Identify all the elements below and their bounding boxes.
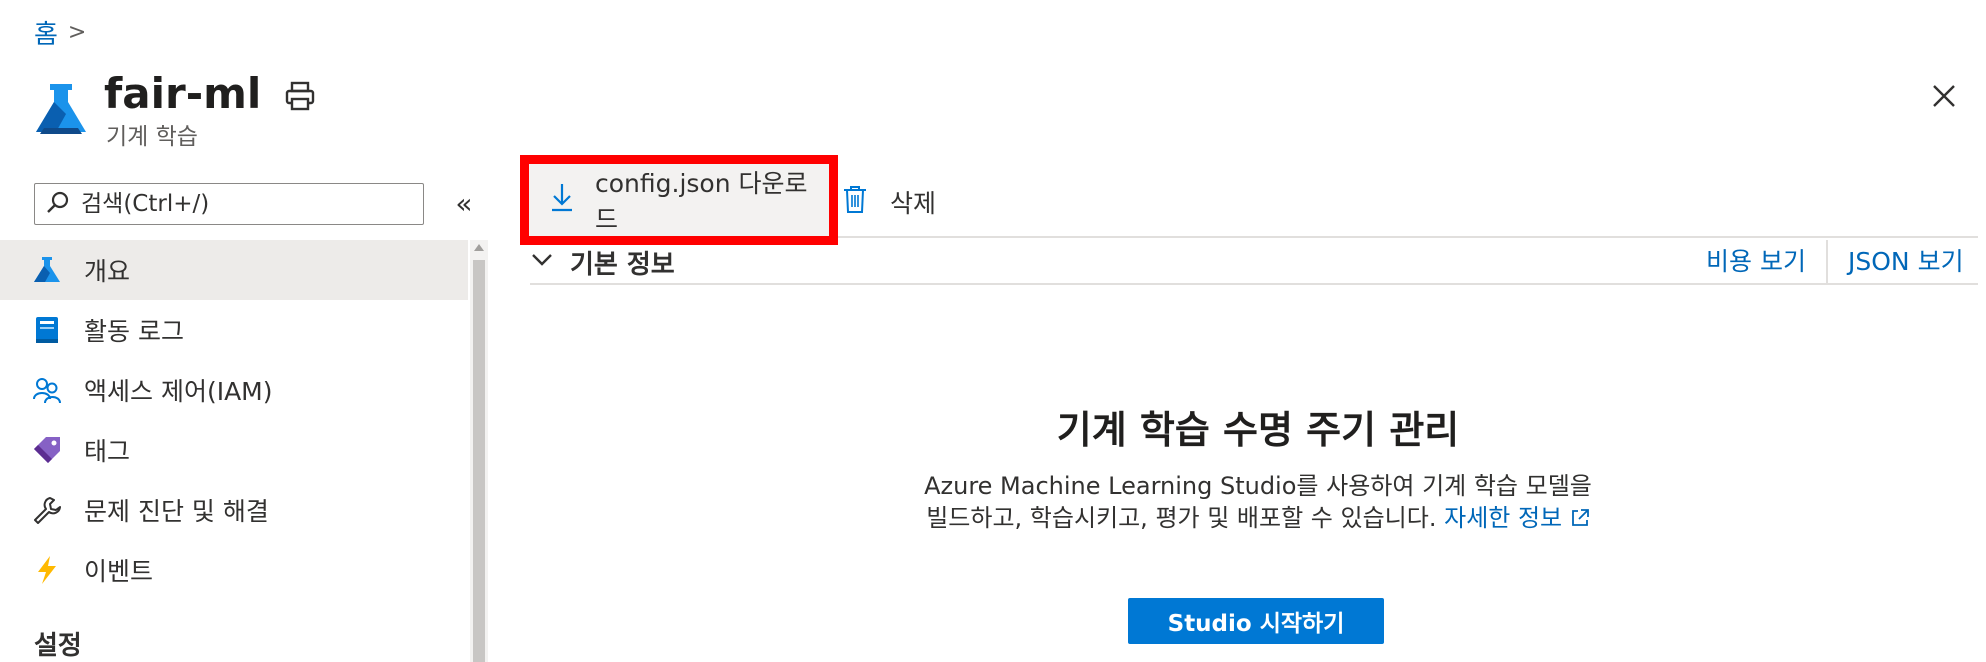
main-description: Azure Machine Learning Studio를 사용하여 기계 학… xyxy=(918,470,1598,534)
azure-ml-flask-icon xyxy=(34,82,88,136)
sidebar-item-activity-log[interactable]: 활동 로그 xyxy=(0,300,468,360)
search-box[interactable] xyxy=(34,183,424,225)
scrollbar-thumb[interactable] xyxy=(473,260,485,662)
print-button[interactable] xyxy=(282,78,318,114)
toolbar-divider xyxy=(838,236,1978,238)
sidebar-item-label: 액세스 제어(IAM) xyxy=(84,377,273,406)
download-config-label: config.json 다운로드 xyxy=(595,169,808,234)
download-config-button[interactable]: config.json 다운로드 xyxy=(520,155,838,245)
flask-icon xyxy=(32,255,62,285)
chevron-down-icon xyxy=(530,247,554,278)
view-json-link[interactable]: JSON 보기 xyxy=(1848,244,1964,280)
essentials-toggle[interactable]: 기본 정보 xyxy=(530,244,675,280)
close-icon xyxy=(1933,85,1955,107)
lightning-icon xyxy=(32,555,62,585)
people-icon xyxy=(32,375,62,405)
sidebar-item-label: 문제 진단 및 해결 xyxy=(84,497,269,526)
sidebar-item-events[interactable]: 이벤트 xyxy=(0,540,468,600)
breadcrumb: 홈 > xyxy=(34,14,86,50)
collapse-nav-button[interactable]: « xyxy=(446,186,482,222)
close-button[interactable] xyxy=(1924,76,1964,116)
sidebar-item-overview[interactable]: 개요 xyxy=(0,240,468,300)
sidebar-item-tags[interactable]: 태그 xyxy=(0,420,468,480)
delete-label: 삭제 xyxy=(890,189,937,218)
sidebar-nav: 개요 활동 로그 액세스 제어(IAM) 태그 문제 진단 및 해결 이벤트 xyxy=(0,240,468,600)
sidebar-item-label: 활동 로그 xyxy=(84,317,184,346)
breadcrumb-separator: > xyxy=(67,19,87,45)
sidebar-item-access-control[interactable]: 액세스 제어(IAM) xyxy=(0,360,468,420)
sidebar-item-label: 개요 xyxy=(84,257,131,286)
activity-log-icon xyxy=(32,315,62,345)
view-cost-link[interactable]: 비용 보기 xyxy=(1706,244,1806,280)
essentials-divider xyxy=(530,283,1978,285)
link-separator xyxy=(1826,240,1828,284)
page-subtitle: 기계 학습 xyxy=(106,124,198,150)
scroll-up-arrow-icon[interactable] xyxy=(474,244,484,251)
sidebar-item-label: 이벤트 xyxy=(84,557,154,586)
wrench-icon xyxy=(32,495,62,525)
tag-icon xyxy=(32,435,62,465)
essentials-label: 기본 정보 xyxy=(570,249,675,280)
external-link-icon xyxy=(1570,504,1590,532)
print-icon xyxy=(285,81,315,111)
download-icon xyxy=(549,182,575,218)
sidebar-item-label: 태그 xyxy=(84,437,131,466)
sidebar-scrollbar[interactable] xyxy=(470,240,488,662)
launch-studio-button[interactable]: Studio 시작하기 xyxy=(1128,598,1384,644)
sidebar-item-diagnose[interactable]: 문제 진단 및 해결 xyxy=(0,480,468,540)
trash-icon xyxy=(842,184,868,220)
breadcrumb-home-link[interactable]: 홈 xyxy=(34,14,58,51)
nav-section-settings: 설정 xyxy=(34,631,82,661)
learn-more-link[interactable]: 자세한 정보 xyxy=(1444,504,1590,532)
page-title: fair-ml xyxy=(104,69,262,118)
delete-button[interactable]: 삭제 xyxy=(842,182,936,222)
learn-more-label: 자세한 정보 xyxy=(1444,504,1563,532)
search-input[interactable] xyxy=(79,190,413,218)
main-heading: 기계 학습 수명 주기 관리 xyxy=(1056,408,1460,452)
search-icon xyxy=(45,189,71,219)
